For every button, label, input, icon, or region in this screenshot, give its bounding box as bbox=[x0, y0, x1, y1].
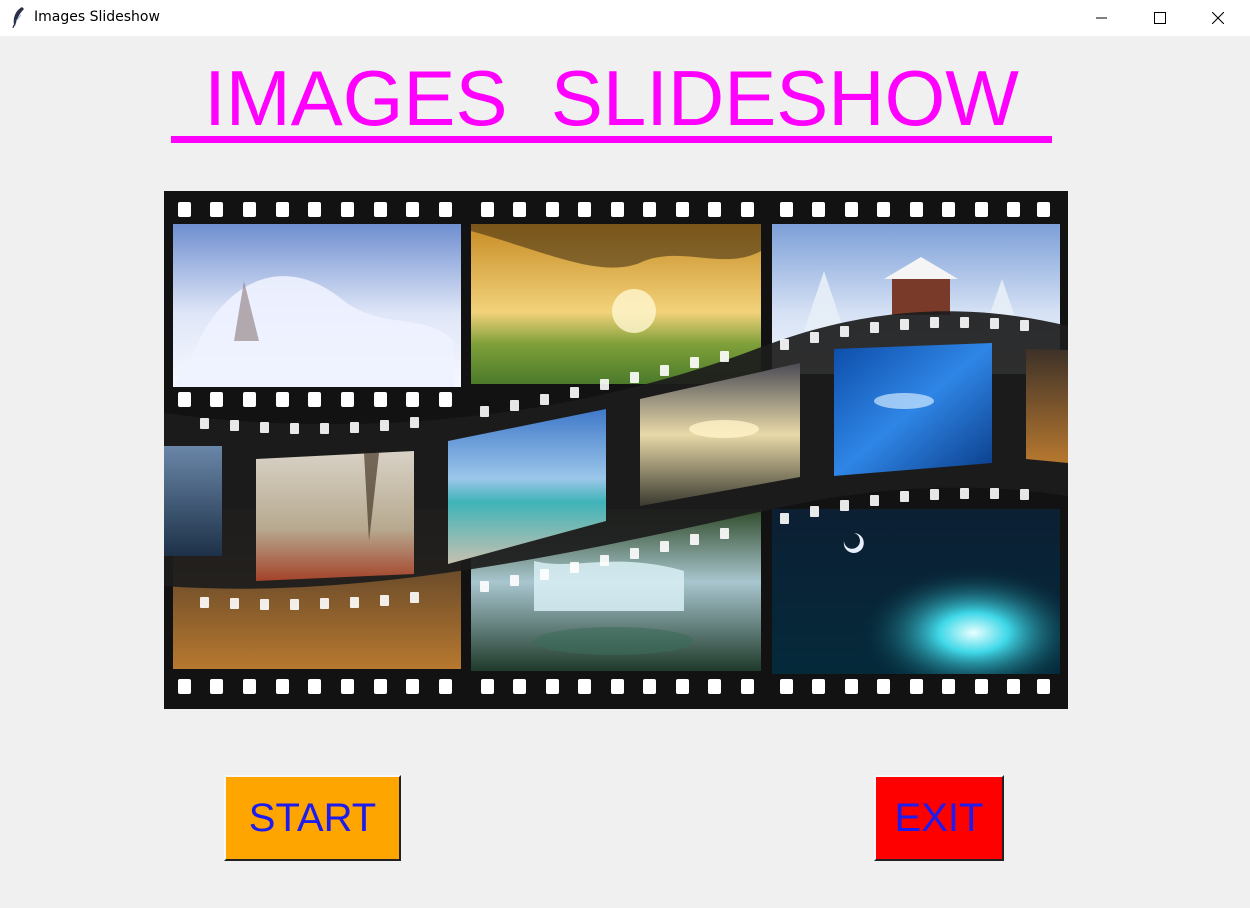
slideshow-image bbox=[164, 191, 1068, 709]
close-icon bbox=[1212, 12, 1224, 24]
window-title: Images Slideshow bbox=[34, 9, 160, 25]
exit-button[interactable]: EXIT bbox=[874, 775, 1004, 861]
window-titlebar: Images Slideshow bbox=[0, 0, 1250, 36]
maximize-icon bbox=[1154, 12, 1166, 24]
minimize-icon bbox=[1096, 17, 1107, 19]
title-underline bbox=[171, 136, 1052, 143]
close-button[interactable] bbox=[1189, 0, 1247, 36]
page-title: IMAGES SLIDESHOW bbox=[204, 54, 1019, 142]
minimize-button[interactable] bbox=[1073, 0, 1131, 36]
maximize-button[interactable] bbox=[1131, 0, 1189, 36]
feather-icon bbox=[12, 7, 24, 28]
start-button[interactable]: START bbox=[224, 775, 401, 861]
